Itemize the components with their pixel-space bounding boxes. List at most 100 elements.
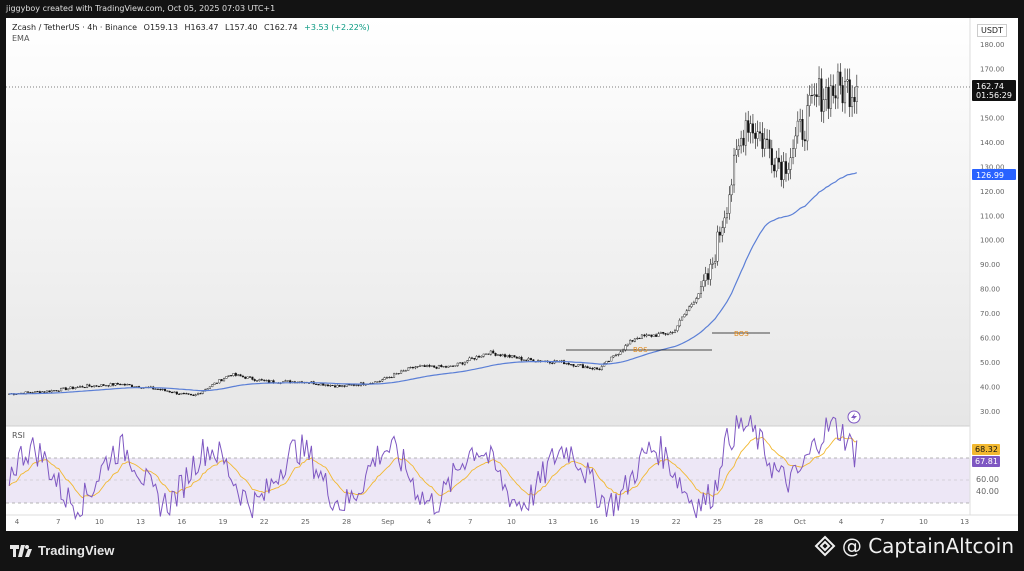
candle-body bbox=[740, 137, 743, 147]
candle-body bbox=[83, 387, 86, 389]
candle-body bbox=[260, 379, 263, 381]
candle-body bbox=[50, 390, 53, 393]
candle-body bbox=[383, 377, 386, 380]
candle-body bbox=[579, 364, 582, 366]
time-tick-label: 7 bbox=[880, 518, 884, 526]
candle-body bbox=[385, 377, 388, 379]
candle-body bbox=[678, 319, 681, 327]
candle-body bbox=[348, 384, 351, 386]
candle-body bbox=[714, 261, 717, 264]
candle-body bbox=[659, 331, 662, 334]
candle-body bbox=[655, 334, 658, 337]
price-tick-label: 50.00 bbox=[980, 359, 1000, 367]
candle-body bbox=[175, 391, 178, 395]
time-tick-label: 25 bbox=[713, 518, 722, 526]
candle-body bbox=[319, 383, 322, 386]
candle-body bbox=[721, 227, 724, 236]
candle-body bbox=[317, 384, 320, 386]
candle-body bbox=[829, 85, 832, 109]
candle-body bbox=[265, 380, 268, 382]
candle-body bbox=[766, 138, 769, 140]
candle-body bbox=[107, 385, 110, 387]
candle-body bbox=[418, 365, 422, 367]
price-tick-label: 110.00 bbox=[980, 212, 1005, 220]
candle-body bbox=[825, 87, 828, 100]
candle-body bbox=[440, 365, 443, 367]
price-tick-label: 170.00 bbox=[980, 65, 1005, 73]
candle-body bbox=[551, 362, 554, 364]
candle-body bbox=[97, 385, 100, 387]
price-tick-label: 120.00 bbox=[980, 188, 1005, 196]
candle-body bbox=[733, 154, 736, 186]
time-tick-label: 13 bbox=[548, 518, 557, 526]
candle-body bbox=[758, 131, 762, 134]
candle-body bbox=[494, 353, 497, 356]
time-axis: 4 7 10 13 16 19 22 25 28 Sep 4 7 10 13 16 19 22 25 28 Oct 4 7… bbox=[15, 518, 969, 526]
candle-body bbox=[246, 376, 249, 379]
candle-body bbox=[390, 377, 393, 379]
price-tick-label: 60.00 bbox=[980, 335, 1000, 343]
candle-body bbox=[652, 334, 655, 337]
tradingview-icon bbox=[10, 544, 32, 557]
candle-body bbox=[27, 391, 30, 393]
candle-body bbox=[64, 387, 67, 391]
candle-body bbox=[718, 231, 721, 236]
candle-body bbox=[777, 157, 780, 163]
candle-body bbox=[489, 350, 492, 355]
candle-body bbox=[126, 384, 129, 386]
candle-body bbox=[754, 132, 757, 139]
candle-body bbox=[326, 384, 329, 387]
symbol-name[interactable]: Zcash / TetherUS · 4h · Binance bbox=[12, 23, 137, 32]
candle-body bbox=[180, 393, 183, 395]
candle-body bbox=[610, 356, 613, 362]
candle-body bbox=[93, 385, 96, 387]
candle-body bbox=[463, 361, 466, 365]
candle-body bbox=[669, 332, 672, 335]
candle-body bbox=[48, 390, 51, 393]
candle-body bbox=[168, 391, 171, 393]
candle-body bbox=[456, 362, 459, 366]
candle-body bbox=[154, 388, 157, 390]
candle-body bbox=[617, 354, 620, 356]
candle-body bbox=[508, 354, 511, 358]
candle-body bbox=[447, 365, 450, 368]
candle-body bbox=[437, 365, 440, 369]
candle-body bbox=[331, 384, 334, 386]
price-chart[interactable]: BOS BOS 180.00170.00160.00150.00140.0013… bbox=[0, 0, 1024, 571]
candle-body bbox=[109, 383, 112, 387]
candle-body bbox=[643, 334, 646, 337]
candle-body bbox=[225, 376, 228, 379]
time-tick-label: Oct bbox=[794, 518, 806, 526]
candle-body bbox=[470, 357, 473, 359]
candle-body bbox=[43, 391, 46, 393]
candle-body bbox=[213, 382, 216, 385]
candle-body bbox=[350, 384, 353, 386]
candle-body bbox=[787, 169, 790, 174]
candle-body bbox=[95, 385, 98, 387]
candle-body bbox=[773, 164, 776, 172]
rsi-tag-2: 67.81 bbox=[972, 456, 1000, 467]
candle-body bbox=[29, 392, 32, 394]
candle-body bbox=[475, 356, 478, 360]
candle-body bbox=[801, 119, 804, 140]
lightning-icon[interactable] bbox=[847, 410, 861, 424]
candle-body bbox=[768, 139, 771, 149]
candle-body bbox=[633, 338, 636, 342]
currency-selector[interactable]: USDT bbox=[977, 24, 1007, 37]
candle-body bbox=[341, 385, 344, 387]
candle-body bbox=[761, 133, 764, 149]
time-tick-label: 22 bbox=[260, 518, 269, 526]
ema-indicator-label[interactable]: EMA bbox=[12, 34, 29, 43]
candle-body bbox=[565, 363, 568, 365]
candle-body bbox=[123, 383, 126, 386]
candle-body bbox=[818, 78, 821, 97]
candle-body bbox=[352, 384, 355, 386]
candle-body bbox=[78, 386, 82, 388]
time-tick-label: 10 bbox=[919, 518, 928, 526]
symbol-legend[interactable]: Zcash / TetherUS · 4h · Binance O159.13 … bbox=[12, 23, 370, 32]
time-tick-label: 7 bbox=[468, 518, 472, 526]
rsi-indicator-label[interactable]: RSI bbox=[12, 431, 25, 440]
candle-body bbox=[161, 389, 164, 391]
rsi-band bbox=[6, 458, 970, 503]
time-tick-label: 19 bbox=[219, 518, 228, 526]
